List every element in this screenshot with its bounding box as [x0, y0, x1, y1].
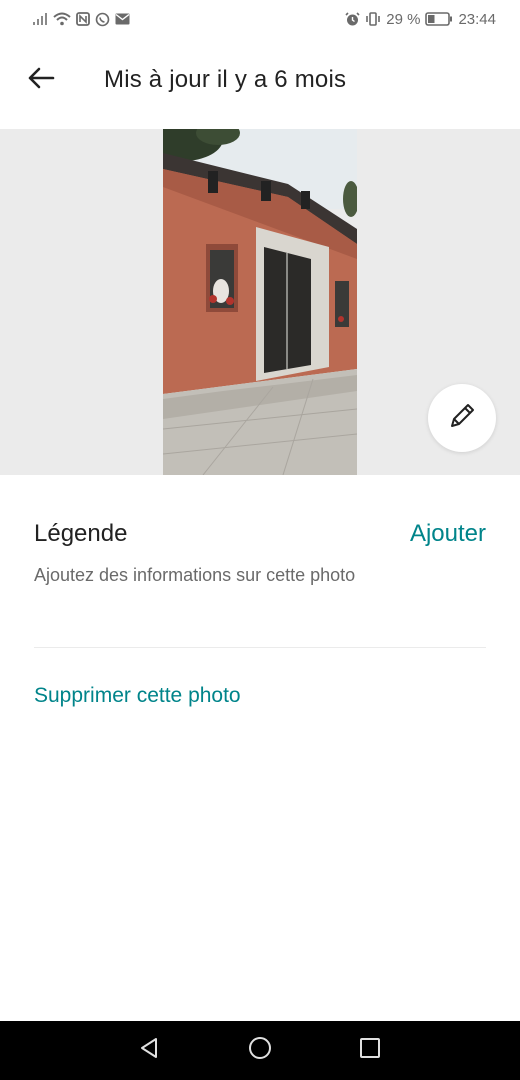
- caption-section: Légende Ajouter Ajoutez des informations…: [34, 520, 486, 589]
- nfc-icon: [76, 12, 90, 26]
- recents-square-icon: [359, 1037, 381, 1064]
- nav-back-button[interactable]: [134, 1035, 164, 1065]
- back-triangle-icon: [138, 1036, 160, 1065]
- caption-label: Légende: [34, 520, 128, 547]
- system-nav-bar: [0, 1021, 520, 1080]
- status-bar: 29 % 23:44: [0, 0, 520, 38]
- signal-icon: [32, 12, 48, 26]
- photo-viewer: [0, 129, 520, 475]
- vibrate-icon: [365, 12, 381, 26]
- home-circle-icon: [248, 1036, 272, 1065]
- status-bar-right: 29 % 23:44: [345, 11, 496, 28]
- arrow-left-icon: [27, 66, 55, 95]
- add-caption-button[interactable]: Ajouter: [410, 520, 486, 548]
- caption-hint: Ajoutez des informations sur cette photo: [34, 565, 356, 585]
- battery-icon: [425, 12, 453, 26]
- caption-row: Légende Ajouter: [34, 520, 486, 548]
- page-title: Mis à jour il y a 6 mois: [104, 66, 347, 93]
- delete-photo-button[interactable]: Supprimer cette photo: [34, 684, 241, 708]
- house-photo[interactable]: [163, 129, 357, 475]
- alarm-icon: [345, 11, 360, 27]
- battery-percent: 29 %: [386, 10, 421, 28]
- status-bar-left: [32, 12, 130, 27]
- whatsapp-icon: [95, 12, 110, 27]
- back-button[interactable]: [24, 64, 58, 96]
- nav-recents-button[interactable]: [355, 1035, 385, 1065]
- divider: [34, 647, 486, 648]
- mail-icon: [115, 13, 130, 25]
- wifi-icon: [53, 12, 71, 26]
- app-header: Mis à jour il y a 6 mois: [0, 50, 520, 110]
- status-time: 23:44: [458, 10, 496, 28]
- edit-photo-button[interactable]: [428, 384, 496, 452]
- pencil-icon: [446, 400, 478, 437]
- nav-home-button[interactable]: [245, 1035, 275, 1065]
